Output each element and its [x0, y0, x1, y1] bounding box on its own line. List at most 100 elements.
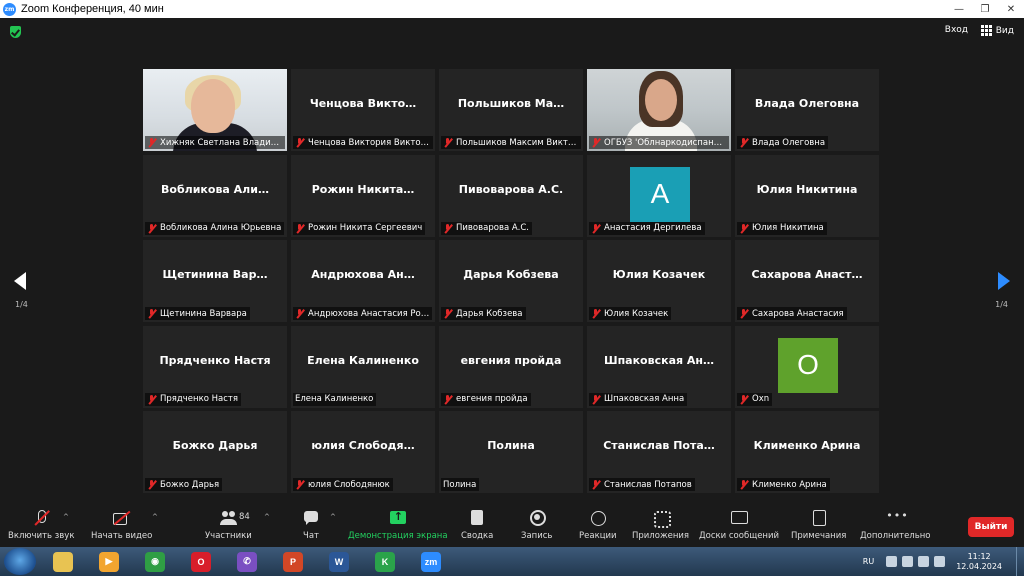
powerpoint-icon[interactable]: P [274, 549, 312, 574]
participant-display-name: Юлия Козачек [612, 268, 706, 281]
participant-tile[interactable]: Божко Дарья Божко Дарья [143, 411, 287, 493]
start-button-icon[interactable] [4, 548, 36, 575]
video-options-chevron-icon[interactable]: ^ [152, 513, 158, 521]
participant-name-label: Юлия Никитина [737, 221, 827, 235]
participant-display-name: Станислав Пота… [603, 439, 715, 452]
window-title: Zoom Конференция, 40 мин [21, 3, 164, 15]
more-label: Дополнительно [860, 531, 931, 541]
participant-tile[interactable]: Польшиков Ма… Польшиков Максим Викто… [439, 69, 583, 151]
participant-tile[interactable]: Елена Калиненко Елена Калиненко [291, 325, 435, 408]
participant-tile[interactable]: Шпаковская Ан… Шпаковская Анна [587, 325, 731, 408]
reactions-icon [588, 509, 608, 527]
participant-tile[interactable]: Сахарова Анаст… Сахарова Анастасия [735, 240, 879, 322]
muted-mic-icon [295, 309, 304, 318]
participant-tile[interactable]: Ченцова Виктo… Ченцова Виктория Виктор… [291, 69, 435, 151]
share-screen-label: Демонстрация экрана [348, 531, 448, 541]
participant-name: Дарья Кобзева [456, 308, 523, 319]
enter-button[interactable]: Вход [945, 25, 968, 35]
clock-date: 12.04.2024 [956, 561, 1002, 571]
participant-tile[interactable]: Пивоварова А.С. Пивоварова А.С. [439, 154, 583, 237]
participant-tile[interactable]: Юлия Козачек Юлия Козачек [587, 240, 731, 322]
participant-name-label: Шпаковская Анна [589, 392, 688, 406]
clock-time: 11:12 [967, 551, 991, 561]
start-video-button[interactable]: Начать видео [91, 509, 152, 541]
minimize-button[interactable]: — [946, 1, 972, 17]
record-button[interactable]: Запись [521, 509, 552, 541]
windows-taskbar: ▶ ◉ O ✆ P W Kzm RU 11:12 12.04.2024 [0, 547, 1024, 576]
participant-name-label: Станислав Потапов [589, 478, 695, 491]
muted-mic-icon [147, 138, 156, 147]
participant-tile[interactable]: Клименко Арина Клименко Арина [735, 411, 879, 493]
participant-name: евгения пройда [456, 394, 528, 404]
participant-name: Польшиков Максим Викто… [456, 137, 578, 148]
show-desktop-button[interactable] [1016, 547, 1024, 576]
app-glyph: ▶ [99, 551, 119, 572]
participant-display-name: Вобликова Али… [161, 182, 269, 196]
participant-tile[interactable]: Полина Полина [439, 411, 583, 493]
participant-name-label: Пивоварова А.С. [441, 221, 533, 235]
participant-tile[interactable]: Прядченко Настя Прядченко Настя [143, 325, 287, 408]
more-button[interactable]: Дополнительно [860, 509, 931, 541]
participant-display-name: Шпаковская Ан… [603, 353, 714, 367]
participant-tile[interactable]: евгения пройда евгения пройда [439, 325, 583, 408]
volume-icon[interactable] [934, 556, 946, 567]
participant-tile[interactable]: юлия Слободя… юлия Слободянюк [291, 411, 435, 493]
participant-tile[interactable]: A Анастасия Дергилева [587, 154, 731, 237]
participant-display-name: Сахарова Анаст… [751, 268, 863, 281]
participant-tile[interactable]: Рожин Никита… Рожин Никита Сергеевич [291, 154, 435, 237]
zoom-icon[interactable]: zm [412, 549, 450, 574]
notes-button[interactable]: Примечания [791, 509, 846, 541]
muted-mic-icon [739, 480, 748, 489]
media-player-icon[interactable]: ▶ [90, 549, 128, 574]
viber-icon[interactable]: ✆ [228, 549, 266, 574]
view-button[interactable]: Вид [980, 25, 1014, 36]
security-shield-icon[interactable] [10, 26, 21, 38]
summary-button[interactable]: Сводка [461, 509, 493, 541]
record-icon [527, 509, 547, 527]
participant-display-name: Андрюхова Ан… [311, 268, 415, 281]
apps-button[interactable]: Приложения [632, 509, 689, 541]
share-screen-button[interactable]: Демонстрация экрана [348, 509, 448, 541]
audio-options-chevron-icon[interactable]: ^ [63, 513, 69, 521]
participant-tile[interactable]: Андрюхова Ан… Андрюхова Анастасия Ро… [291, 240, 435, 322]
participant-tile[interactable]: ОГБУЗ 'Облнаркодиспансер'… [587, 69, 731, 151]
close-button[interactable]: ✕ [998, 1, 1024, 17]
k-app-icon[interactable]: K [366, 549, 404, 574]
participant-tile[interactable]: Щетинина Вар… Щетинина Варвара [143, 240, 287, 322]
more-icon [885, 509, 908, 527]
language-indicator[interactable]: RU [863, 557, 874, 566]
network-icon[interactable] [902, 556, 914, 567]
leave-meeting-button[interactable]: Выйти [968, 517, 1014, 537]
participant-tile[interactable]: Дарья Кобзева Дарья Кобзева [439, 240, 583, 322]
participant-tile[interactable]: O Oxn [735, 325, 879, 408]
participant-name: Шпаковская Анна [604, 394, 685, 404]
participant-name: Полина [443, 479, 477, 490]
clock[interactable]: 11:12 12.04.2024 [956, 552, 1002, 572]
word-icon[interactable]: W [320, 549, 358, 574]
prev-page-arrow-icon[interactable] [14, 272, 26, 290]
whiteboards-button[interactable]: Доски сообщений [699, 509, 779, 541]
opera-icon[interactable]: O [182, 549, 220, 574]
next-page-arrow-icon[interactable] [998, 272, 1010, 290]
maximize-button[interactable]: ❐ [972, 1, 998, 17]
participants-options-chevron-icon[interactable]: ^ [264, 513, 270, 521]
participant-tile[interactable]: Влада Олеговна Влада Олеговна [735, 69, 879, 151]
participant-tile[interactable]: Юлия Никитина Юлия Никитина [735, 154, 879, 237]
participant-name: Юлия Никитина [752, 223, 824, 233]
participant-name-label: Юлия Козачек [589, 307, 672, 320]
participant-tile[interactable]: Вобликова Али… Вобликова Алина Юрьевна [143, 154, 287, 237]
chat-options-chevron-icon[interactable]: ^ [330, 513, 336, 521]
participant-display-name: Божко Дарья [172, 439, 258, 452]
reactions-button[interactable]: Реакции [579, 509, 617, 541]
app-glyph: W [329, 551, 349, 572]
tray-arrow-icon[interactable] [886, 556, 898, 567]
participant-name: Хижняк Светлана Владими… [160, 137, 282, 148]
chrome-icon[interactable]: ◉ [136, 549, 174, 574]
chat-button[interactable]: Чат [301, 509, 321, 541]
app-glyph: O [191, 551, 211, 572]
participant-tile[interactable]: Хижняк Светлана Владими… [143, 69, 287, 151]
participant-tile[interactable]: Станислав Пота… Станислав Потапов [587, 411, 731, 493]
flag-icon[interactable] [918, 556, 930, 567]
muted-mic-icon [739, 309, 748, 318]
explorer-icon[interactable] [44, 549, 82, 574]
